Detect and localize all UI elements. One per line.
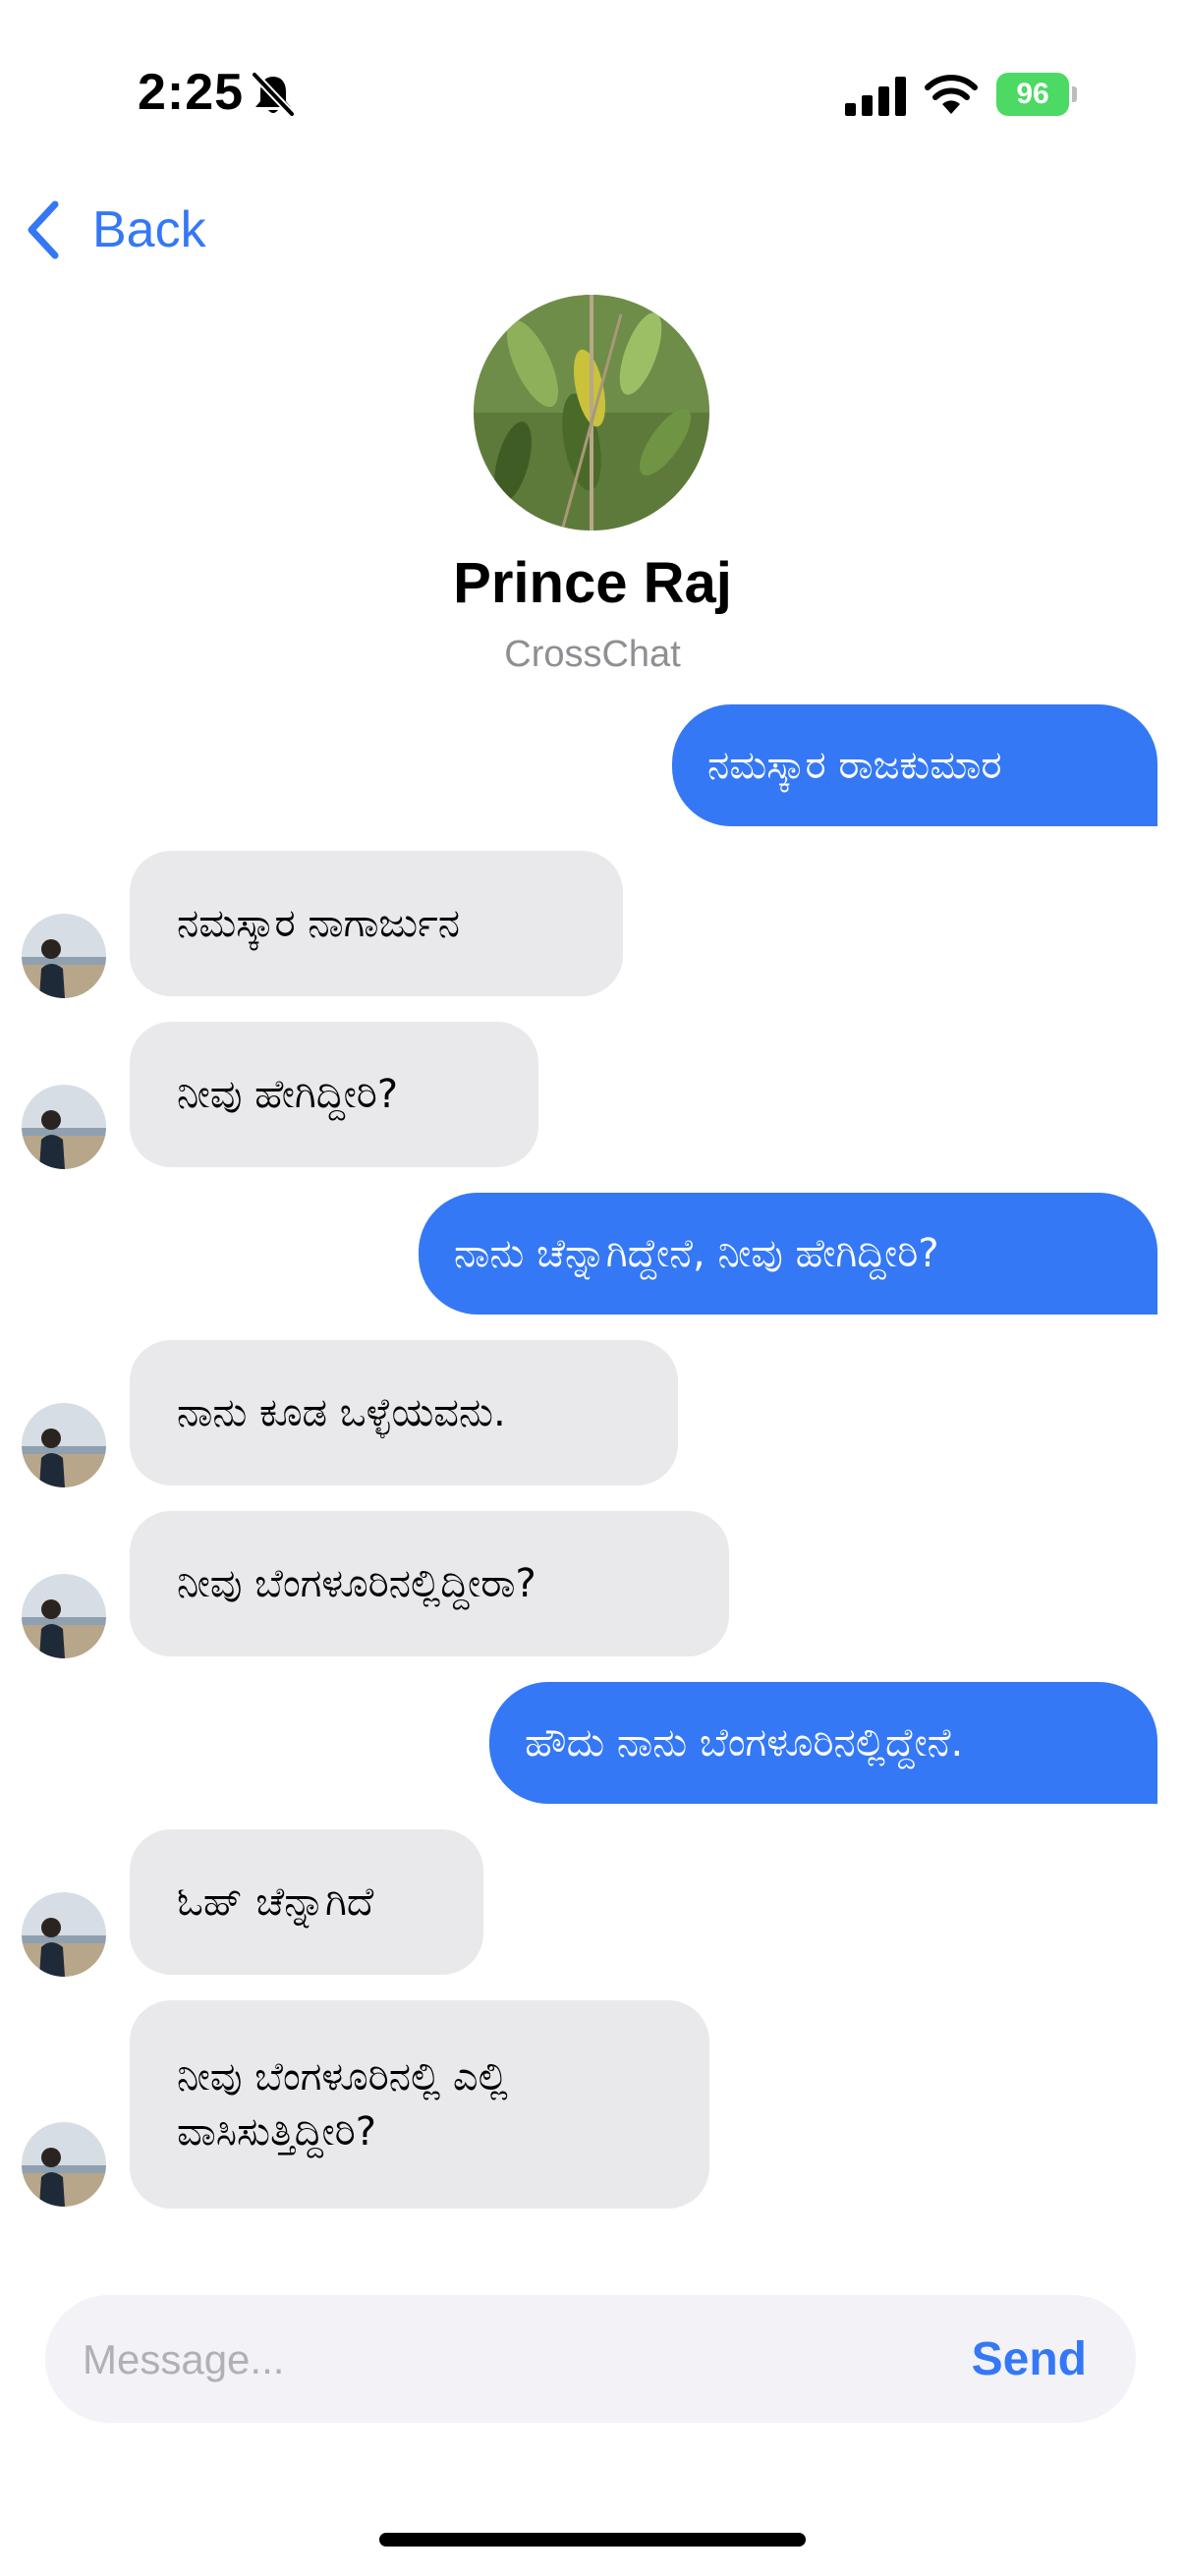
message-bubble-incoming: ನೀವು ಬೆಂಗಳೂರಿನಲ್ಲಿ ಎಲ್ಲಿ ವಾಸಿಸುತ್ತಿದ್ದೀರ… — [130, 2000, 709, 2209]
person-photo-icon — [22, 1892, 106, 1977]
battery-charging-icon: 96 — [996, 73, 1077, 116]
message-bubble-incoming: ನೀವು ಹೇಗಿದ್ದೀರಿ? — [130, 1022, 538, 1167]
back-button[interactable]: Back — [22, 193, 206, 267]
message-bubble-outgoing: ನಾನು ಚೆನ್ನಾಗಿದ್ದೇನೆ, ನೀವು ಹೇಗಿದ್ದೀರಿ? — [419, 1193, 1157, 1315]
person-photo-icon — [22, 1574, 106, 1658]
battery-cap — [1072, 86, 1077, 102]
message-bubble-outgoing: ಹೌದು ನಾನು ಬೆಂಗಳೂರಿನಲ್ಲಿದ್ದೇನೆ. — [489, 1682, 1157, 1804]
back-label: Back — [92, 201, 206, 258]
contact-app-label: CrossChat — [504, 634, 681, 675]
chevron-left-icon — [28, 200, 59, 259]
person-photo-icon — [22, 1403, 106, 1487]
sender-avatar[interactable] — [22, 914, 106, 998]
status-time: 2:25 — [138, 64, 245, 121]
person-photo-icon — [22, 914, 106, 998]
home-indicator[interactable] — [379, 2533, 806, 2547]
person-photo-icon — [22, 2122, 106, 2207]
message-bubble-incoming: ನೀವು ಬೆಂಗಳೂರಿನಲ್ಲಿದ್ದೀರಾ? — [130, 1511, 729, 1656]
contact-avatar[interactable] — [474, 295, 709, 531]
contact-name: Prince Raj — [453, 551, 732, 615]
sender-avatar[interactable] — [22, 1892, 106, 1977]
message-input[interactable] — [81, 2295, 949, 2425]
sender-avatar[interactable] — [22, 2122, 106, 2207]
leaf-photo-icon — [474, 295, 709, 531]
wifi-icon — [925, 75, 978, 114]
bell-slash-icon — [251, 71, 296, 118]
send-button[interactable]: Send — [972, 2295, 1087, 2423]
message-bubble-incoming: ನಮಸ್ಕಾರ ನಾಗಾರ್ಜುನ — [130, 851, 623, 996]
person-photo-icon — [22, 1085, 106, 1169]
sender-avatar[interactable] — [22, 1574, 106, 1658]
status-bar: 2:25 96 — [0, 0, 1185, 196]
battery-level: 96 — [996, 73, 1069, 116]
message-composer: Send — [45, 2295, 1136, 2425]
message-bubble-incoming: ನಾನು ಕೂಡ ಒಳ್ಳೆಯವನು. — [130, 1340, 678, 1485]
message-bubble-outgoing: ನಮಸ್ಕಾರ ರಾಜಕುಮಾರ — [672, 704, 1157, 826]
sender-avatar[interactable] — [22, 1085, 106, 1169]
sender-avatar[interactable] — [22, 1403, 106, 1487]
message-bubble-incoming: ಓಹ್ ಚೆನ್ನಾಗಿದೆ — [130, 1829, 483, 1975]
cellular-signal-icon — [845, 77, 906, 116]
